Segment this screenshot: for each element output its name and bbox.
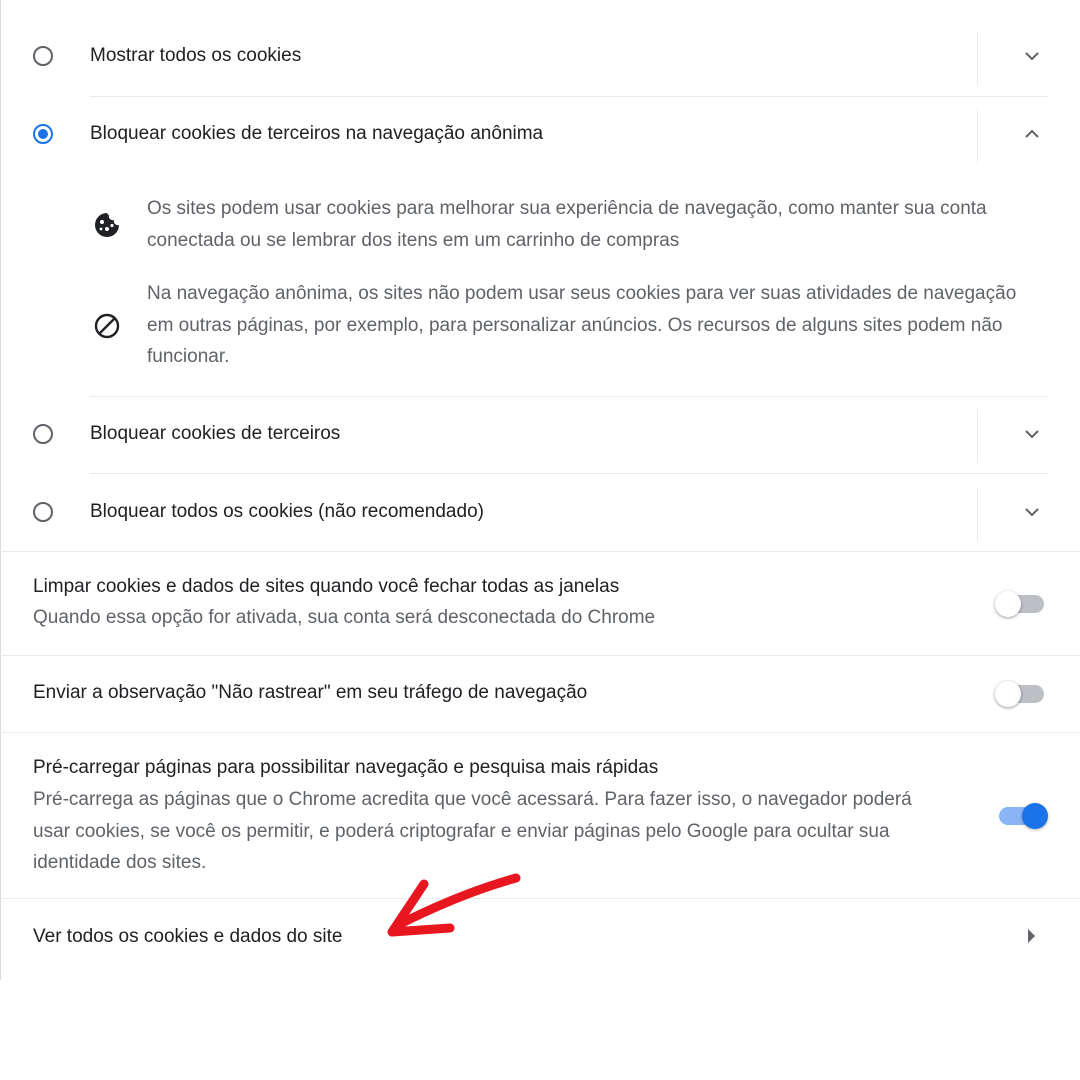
option-label-block-all: Bloquear todos os cookies (não recomenda… — [90, 501, 484, 522]
block-icon — [94, 313, 120, 339]
cookie-option-block-all[interactable]: Bloquear todos os cookies (não recomenda… — [0, 473, 1080, 551]
toggle-knob — [1022, 803, 1048, 829]
option-label-block-third-party: Bloquear cookies de terceiros — [90, 423, 341, 444]
radio-block-third-party-incognito[interactable] — [33, 124, 53, 144]
cookie-option-block-third-party[interactable]: Bloquear cookies de terceiros — [0, 395, 1080, 473]
cookie-icon — [95, 213, 119, 237]
option-label-show-all: Mostrar todos os cookies — [90, 45, 302, 66]
detail-text-cookies-usage: Os sites podem usar cookies para melhora… — [147, 198, 987, 251]
vertical-divider — [977, 409, 978, 463]
chevron-down-icon[interactable] — [1017, 41, 1047, 71]
setting-title-clear-on-exit: Limpar cookies e dados de sites quando v… — [33, 576, 620, 597]
setting-title-do-not-track: Enviar a observação "Não rastrear" em se… — [33, 682, 588, 703]
radio-show-all-cookies[interactable] — [33, 46, 53, 66]
chevron-down-icon[interactable] — [1017, 419, 1047, 449]
toggle-knob — [995, 591, 1021, 617]
do-not-track-toggle[interactable] — [995, 679, 1051, 709]
radio-block-third-party[interactable] — [33, 424, 53, 444]
vertical-divider — [977, 487, 978, 541]
vertical-divider — [977, 109, 978, 163]
divider — [0, 732, 1080, 733]
cookie-option-block-third-party-incognito[interactable]: Bloquear cookies de terceiros na navegaç… — [0, 95, 1080, 173]
see-all-cookies-label: Ver todos os cookies e dados do site — [33, 926, 343, 947]
clear-on-exit-toggle[interactable] — [995, 589, 1051, 619]
setting-subtitle-clear-on-exit: Quando essa opção for ativada, sua conta… — [33, 607, 656, 628]
see-all-cookies-row[interactable]: Ver todos os cookies e dados do site — [0, 900, 1080, 976]
detail-text-incognito-blocking: Na navegação anônima, os sites não podem… — [147, 283, 1017, 367]
vertical-divider — [977, 31, 978, 85]
option-label-block-third-party-incognito: Bloquear cookies de terceiros na navegaç… — [90, 123, 544, 144]
divider — [0, 551, 1080, 552]
annotation-arrow — [387, 873, 521, 937]
preload-toggle[interactable] — [995, 801, 1051, 831]
divider — [0, 655, 1080, 656]
toggle-knob — [995, 681, 1021, 707]
arrow-right-icon — [1028, 929, 1035, 943]
radio-block-all-cookies[interactable] — [33, 502, 53, 522]
chevron-up-icon[interactable] — [1017, 119, 1047, 149]
divider — [0, 898, 1080, 899]
setting-subtitle-preload: Pré-carrega as páginas que o Chrome acre… — [33, 789, 912, 873]
setting-title-preload: Pré-carregar páginas para possibilitar n… — [33, 757, 659, 778]
chevron-down-icon[interactable] — [1017, 497, 1047, 527]
cookie-option-show-all[interactable]: Mostrar todos os cookies — [0, 17, 1080, 95]
